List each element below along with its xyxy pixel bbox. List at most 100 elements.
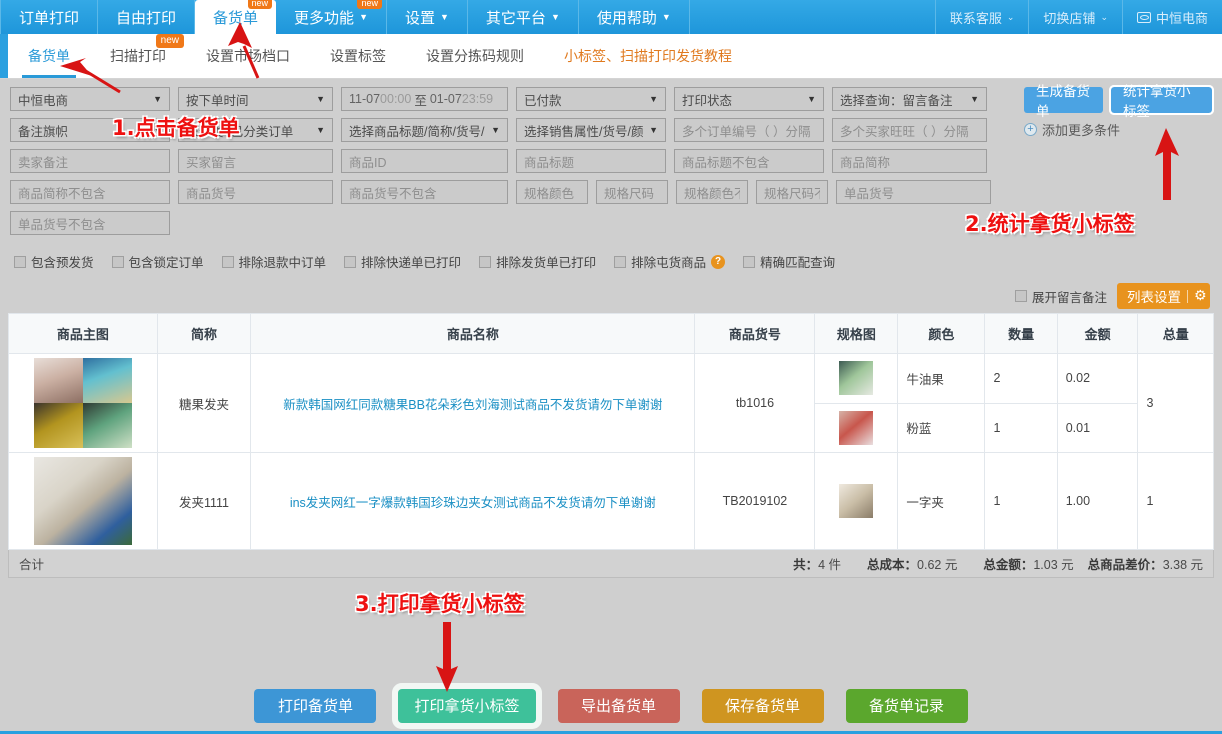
filter-checkbox-4[interactable]: 排除发货单已打印 xyxy=(479,252,596,271)
top-nav-item-label: 设置 xyxy=(405,7,435,28)
chevron-down-icon: ▼ xyxy=(807,94,816,104)
top-nav-item-label: 更多功能 xyxy=(294,7,354,28)
variant-thumbnail xyxy=(839,361,873,395)
filter-row4-control-7[interactable]: 单品货号 xyxy=(836,180,991,204)
top-nav-right-item-0[interactable]: 联系客服⌄ xyxy=(935,0,1029,34)
filter-row5-control-0[interactable]: 单品货号不包含 xyxy=(10,211,170,235)
sub-nav-item-4[interactable]: 设置分拣码规则 xyxy=(406,34,544,78)
filter-input-placeholder: 商品货号 xyxy=(186,183,236,202)
filter-row3-control-1[interactable]: 买家留言 xyxy=(178,149,333,173)
count-pickup-label-button[interactable]: 统计拿货小标签 xyxy=(1111,87,1212,113)
filter-checkbox-row: 包含预发货包含锁定订单排除退款中订单 排除快递单已打印排除发货单已打印排除屯货商品… xyxy=(0,248,1222,279)
variant-spec-image-cell[interactable] xyxy=(815,453,898,550)
filter-row4-control-6[interactable]: 规格尺码不包含 xyxy=(756,180,828,204)
top-nav-item-3[interactable]: 更多功能▼new xyxy=(276,0,387,34)
filter-row1-control-1[interactable]: 按下单时间▼ xyxy=(178,87,333,111)
expand-note-checkbox[interactable]: 展开留言备注 xyxy=(1015,287,1107,306)
product-name-link[interactable]: ins发夹网红一字爆款韩国珍珠边夹女测试商品不发货请勿下单谢谢 xyxy=(290,496,656,510)
filter-row4-control-5[interactable]: 规格颜色不包含 xyxy=(676,180,748,204)
sub-nav-item-label: 设置分拣码规则 xyxy=(426,46,524,66)
subnav-left-edge xyxy=(0,34,8,78)
variant-amount: 0.02 xyxy=(1057,354,1138,404)
filter-row3-control-5[interactable]: 商品简称 xyxy=(832,149,987,173)
bottom-button-3[interactable]: 保存备货单 xyxy=(702,689,824,723)
filter-row2-control-3[interactable]: 选择销售属性/货号/颜色/尺▼ xyxy=(516,118,666,142)
filter-row3-control-4[interactable]: 商品标题不包含 xyxy=(674,149,824,173)
filter-row1-control-4[interactable]: 打印状态 ▼ xyxy=(674,87,824,111)
filter-checkbox-0[interactable]: 包含预发货 xyxy=(14,252,94,271)
filter-row3-control-0[interactable]: 卖家备注 xyxy=(10,149,170,173)
top-nav-right-item-2[interactable]: 中恒电商 xyxy=(1122,0,1222,34)
summary-label: 合计 xyxy=(19,554,44,573)
filter-row-4: 商品简称不包含商品货号 商品货号不包含规格颜色 规格尺码规格颜色不包含规格尺码不包含… xyxy=(10,180,1212,204)
list-settings-button[interactable]: 列表设置 xyxy=(1117,283,1210,309)
sub-nav-item-2[interactable]: 设置市场档口 xyxy=(186,34,310,78)
time-end: 23:59 xyxy=(462,92,493,106)
variant-spec-image-cell[interactable] xyxy=(815,354,898,404)
filter-checkbox-3[interactable]: 排除快递单已打印 xyxy=(344,252,461,271)
product-main-image-cell[interactable] xyxy=(9,354,158,453)
filter-select-value: 中恒电商 xyxy=(18,90,68,109)
filter-input-placeholder: 规格颜色 xyxy=(524,183,574,202)
filter-row3-control-3[interactable]: 商品标题 xyxy=(516,149,666,173)
filter-row2-control-2[interactable]: 选择商品标题/简称/货号/卖▼ xyxy=(341,118,508,142)
product-name-link[interactable]: 新款韩国网红同款糖果BB花朵彩色刘海测试商品不发货请勿下单谢谢 xyxy=(283,398,662,412)
filter-checkbox-6[interactable]: 精确匹配查询 xyxy=(743,252,835,271)
sub-nav-item-1[interactable]: 扫描打印new xyxy=(90,34,186,78)
bottom-button-label: 备货单记录 xyxy=(869,695,944,716)
sub-nav-item-5[interactable]: 小标签、扫描打印发货教程 xyxy=(544,34,752,78)
filter-row4-control-2[interactable]: 商品货号不包含 xyxy=(341,180,508,204)
variant-color: 一字夹 xyxy=(898,453,985,550)
gear-icon xyxy=(1187,290,1200,303)
filter-checkbox-1[interactable]: 包含锁定订单 xyxy=(112,252,204,271)
filter-row1-control-2[interactable]: 11-07 00:00至01-07 23:59 xyxy=(341,87,508,111)
filter-checkbox-label: 精确匹配查询 xyxy=(760,252,835,271)
variant-spec-image-cell[interactable] xyxy=(815,403,898,453)
bottom-button-0[interactable]: 打印备货单 xyxy=(254,689,376,723)
sub-nav-items: 备货单扫描打印new 设置市场档口设置标签设置分拣码规则小标签、扫描打印发货教程 xyxy=(8,34,752,78)
filter-checkbox-5[interactable]: 排除屯货商品? xyxy=(614,252,725,271)
bottom-button-1[interactable]: 打印拿货小标签 xyxy=(398,689,535,723)
column-header-8: 总量 xyxy=(1138,314,1214,354)
filter-row1-control-3[interactable]: 已付款▼ xyxy=(516,87,666,111)
filter-checkbox-label: 排除快递单已打印 xyxy=(361,252,461,271)
filter-select-value: 打印状态 xyxy=(682,90,732,109)
filter-row4-control-0[interactable]: 商品简称不包含 xyxy=(10,180,170,204)
top-nav-item-2[interactable]: 备货单new xyxy=(195,0,276,34)
filter-input-placeholder: 商品简称 xyxy=(840,152,890,171)
new-badge: new xyxy=(357,0,382,9)
top-nav-item-5[interactable]: 其它平台▼ xyxy=(468,0,579,34)
chevron-down-icon: ▼ xyxy=(153,94,162,104)
top-nav-right-item-1[interactable]: 切换店铺⌄ xyxy=(1028,0,1122,34)
filter-checkbox-2[interactable]: 排除退款中订单 xyxy=(222,252,327,271)
filter-row4-control-1[interactable]: 商品货号 xyxy=(178,180,333,204)
bottom-button-2[interactable]: 导出备货单 xyxy=(558,689,680,723)
filter-select-value: 按下单时间 xyxy=(186,90,249,109)
help-icon[interactable]: ? xyxy=(711,255,725,269)
filter-row4-control-4[interactable]: 规格尺码 xyxy=(596,180,668,204)
top-nav-item-1[interactable]: 自由打印 xyxy=(98,0,195,34)
top-nav-item-0[interactable]: 订单打印 xyxy=(0,0,98,34)
filter-row1-control-0[interactable]: 中恒电商 ▼ xyxy=(10,87,170,111)
product-main-image-cell[interactable] xyxy=(9,453,158,550)
sub-nav-item-label: 设置市场档口 xyxy=(206,46,290,66)
annotation-step-3: 3.打印拿货小标签 xyxy=(355,588,525,618)
top-nav-item-6[interactable]: 使用帮助▼ xyxy=(579,0,690,34)
goods-table-area: 展开留言备注 列表设置 商品主图简称商品名称商品货号规格图颜色数量金额总量 糖果… xyxy=(0,279,1222,578)
sub-nav-item-3[interactable]: 设置标签 xyxy=(310,34,406,78)
generate-stock-list-button[interactable]: 生成备货单 xyxy=(1024,87,1103,113)
add-more-conditions-button[interactable]: + 添加更多条件 xyxy=(1024,120,1212,139)
filter-row4-control-3[interactable]: 规格颜色 xyxy=(516,180,588,204)
filter-row2-control-5[interactable]: 多个买家旺旺（ ）分隔 xyxy=(832,118,987,142)
product-item-number: TB2019102 xyxy=(695,453,815,550)
sub-nav-item-0[interactable]: 备货单 xyxy=(8,34,90,78)
bottom-button-4[interactable]: 备货单记录 xyxy=(846,689,968,723)
filter-row3-control-2[interactable]: 商品ID xyxy=(341,149,508,173)
bottom-button-label: 打印备货单 xyxy=(278,695,353,716)
filter-row1-control-5[interactable]: 选择查询：留言备注▼ xyxy=(832,87,987,111)
top-nav-item-4[interactable]: 设置▼ xyxy=(387,0,468,34)
bottom-button-label: 导出备货单 xyxy=(581,695,656,716)
filter-row2-control-4[interactable]: 多个订单编号（ ）分隔 xyxy=(674,118,824,142)
filter-select-value: 选择销售属性/货号/颜色/尺 xyxy=(524,121,643,140)
summary-count: 共：4 件 xyxy=(793,554,841,573)
